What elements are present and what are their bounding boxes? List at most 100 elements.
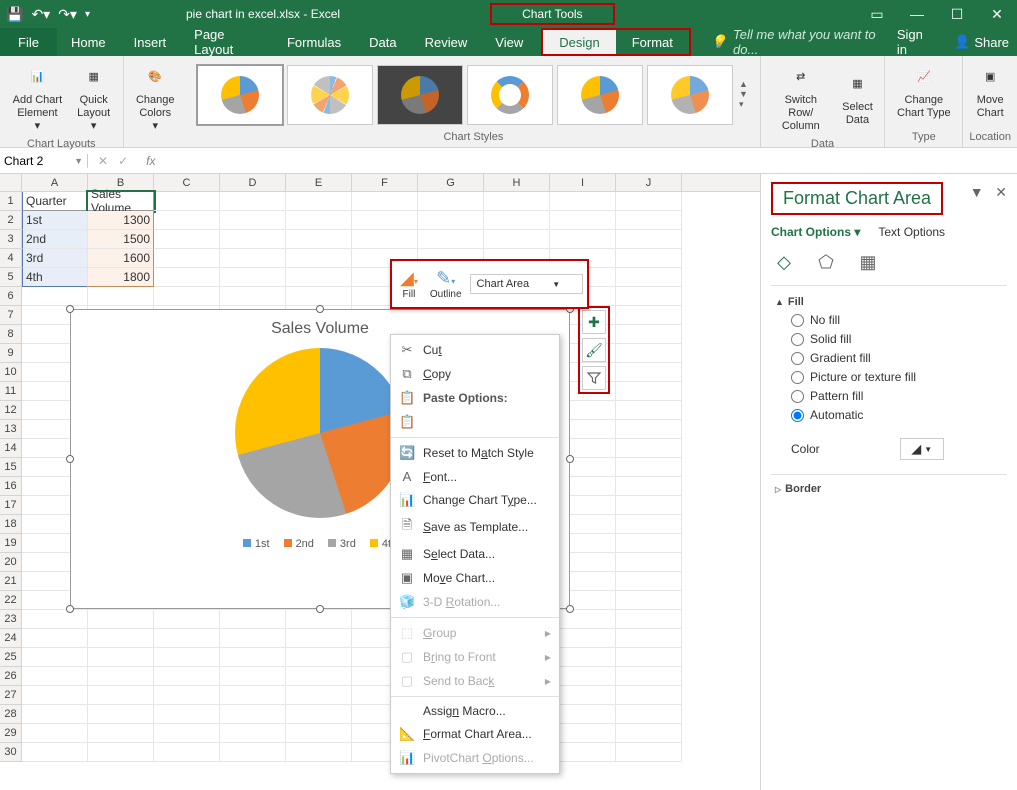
chart-elements-button[interactable]: ✚ — [582, 310, 606, 334]
tab-insert[interactable]: Insert — [120, 28, 181, 56]
cell[interactable] — [220, 705, 286, 724]
ctx-move-chart[interactable]: ▣Move Chart... — [391, 566, 559, 590]
redo-icon[interactable]: ↷▾ — [58, 6, 77, 23]
cell[interactable] — [616, 553, 682, 572]
row-header[interactable]: 23 — [0, 610, 22, 629]
ctx-select-data[interactable]: ▦Select Data... — [391, 542, 559, 566]
tab-format[interactable]: Format — [616, 30, 689, 54]
chart-style-6[interactable] — [647, 65, 733, 125]
row-header[interactable]: 16 — [0, 477, 22, 496]
cell[interactable] — [220, 743, 286, 762]
row-header[interactable]: 6 — [0, 287, 22, 306]
undo-icon[interactable]: ↶▾ — [31, 6, 50, 23]
cell[interactable] — [616, 344, 682, 363]
cell[interactable] — [418, 192, 484, 211]
cell[interactable] — [484, 211, 550, 230]
cell[interactable] — [286, 211, 352, 230]
cell[interactable] — [88, 648, 154, 667]
tab-page-layout[interactable]: Page Layout — [180, 28, 273, 56]
cell[interactable] — [286, 629, 352, 648]
cell[interactable] — [616, 192, 682, 211]
automatic-fill-option[interactable]: Automatic — [791, 408, 1003, 422]
outline-button[interactable]: ✎▾ Outline — [426, 268, 466, 300]
cell[interactable] — [154, 287, 220, 306]
ctx-change-chart-type[interactable]: 📊Change Chart Type... — [391, 488, 559, 512]
share-button[interactable]: 👤 Share — [946, 28, 1017, 56]
row-header[interactable]: 4 — [0, 249, 22, 268]
cell[interactable] — [352, 230, 418, 249]
row-header[interactable]: 8 — [0, 325, 22, 344]
border-section-toggle[interactable]: ▷Border — [775, 483, 1003, 495]
switch-row-column-button[interactable]: ⇄ Switch Row/ Column — [767, 60, 835, 136]
cell[interactable] — [22, 287, 88, 306]
worksheet-grid[interactable]: A B C D E F G H I J 1QuarterSales Volume… — [0, 174, 760, 790]
cell[interactable] — [220, 268, 286, 287]
resize-handle[interactable] — [66, 455, 74, 463]
cell[interactable] — [616, 667, 682, 686]
qat-customize-icon[interactable]: ▾ — [85, 9, 90, 20]
cell[interactable] — [352, 211, 418, 230]
change-colors-button[interactable]: 🎨 Change Colors▾ — [130, 60, 181, 136]
cell[interactable] — [616, 477, 682, 496]
tab-review[interactable]: Review — [411, 28, 482, 56]
row-header[interactable]: 19 — [0, 534, 22, 553]
chart-style-3[interactable] — [377, 65, 463, 125]
cell[interactable] — [616, 496, 682, 515]
cell[interactable] — [616, 401, 682, 420]
cell[interactable] — [22, 724, 88, 743]
tab-design[interactable]: Design — [543, 30, 615, 54]
cell[interactable] — [154, 249, 220, 268]
cell[interactable] — [484, 192, 550, 211]
tell-me-search[interactable]: 💡 Tell me what you want to do... — [711, 28, 883, 56]
cell[interactable] — [616, 249, 682, 268]
row-header[interactable]: 30 — [0, 743, 22, 762]
cell[interactable] — [616, 211, 682, 230]
cell[interactable] — [616, 382, 682, 401]
resize-handle[interactable] — [66, 605, 74, 613]
cell[interactable] — [220, 249, 286, 268]
ctx-cut[interactable]: ✂Cut — [391, 338, 559, 362]
cell[interactable] — [22, 629, 88, 648]
cell[interactable] — [220, 648, 286, 667]
cancel-icon[interactable]: ✕ — [98, 154, 108, 168]
cell[interactable] — [88, 724, 154, 743]
row-header[interactable]: 18 — [0, 515, 22, 534]
fill-button[interactable]: ◢▾ Fill — [396, 268, 422, 300]
row-header[interactable]: 1 — [0, 192, 22, 211]
name-box[interactable]: ▼ — [0, 154, 88, 168]
cell[interactable]: Quarter — [22, 192, 88, 211]
chart-style-5[interactable] — [557, 65, 643, 125]
col-G[interactable]: G — [418, 174, 484, 191]
row-header[interactable]: 27 — [0, 686, 22, 705]
ctx-font[interactable]: AFont... — [391, 465, 559, 488]
cell[interactable] — [22, 705, 88, 724]
cell[interactable] — [286, 192, 352, 211]
row-header[interactable]: 3 — [0, 230, 22, 249]
row-header[interactable]: 17 — [0, 496, 22, 515]
cell[interactable]: Sales Volume — [88, 192, 154, 211]
minimize-icon[interactable]: — — [897, 6, 937, 23]
col-J[interactable]: J — [616, 174, 682, 191]
chart-styles-more-icon[interactable]: ▲▼▾ — [737, 79, 750, 110]
col-D[interactable]: D — [220, 174, 286, 191]
cell[interactable] — [154, 230, 220, 249]
tab-view[interactable]: View — [481, 28, 537, 56]
enter-icon[interactable]: ✓ — [118, 154, 128, 168]
row-header[interactable]: 9 — [0, 344, 22, 363]
fx-icon[interactable]: fx — [138, 154, 163, 168]
move-chart-button[interactable]: ▣ Move Chart — [969, 60, 1011, 122]
cell[interactable] — [88, 667, 154, 686]
ctx-assign-macro[interactable]: Assign Macro... — [391, 700, 559, 722]
col-C[interactable]: C — [154, 174, 220, 191]
cell[interactable] — [154, 192, 220, 211]
cell[interactable] — [286, 705, 352, 724]
cell[interactable] — [616, 268, 682, 287]
cell[interactable] — [154, 686, 220, 705]
cell[interactable] — [22, 686, 88, 705]
chart-filters-button[interactable] — [582, 366, 606, 390]
cell[interactable] — [286, 743, 352, 762]
cell[interactable] — [616, 420, 682, 439]
gradient-fill-option[interactable]: Gradient fill — [791, 351, 1003, 365]
cell[interactable] — [616, 629, 682, 648]
row-header[interactable]: 14 — [0, 439, 22, 458]
